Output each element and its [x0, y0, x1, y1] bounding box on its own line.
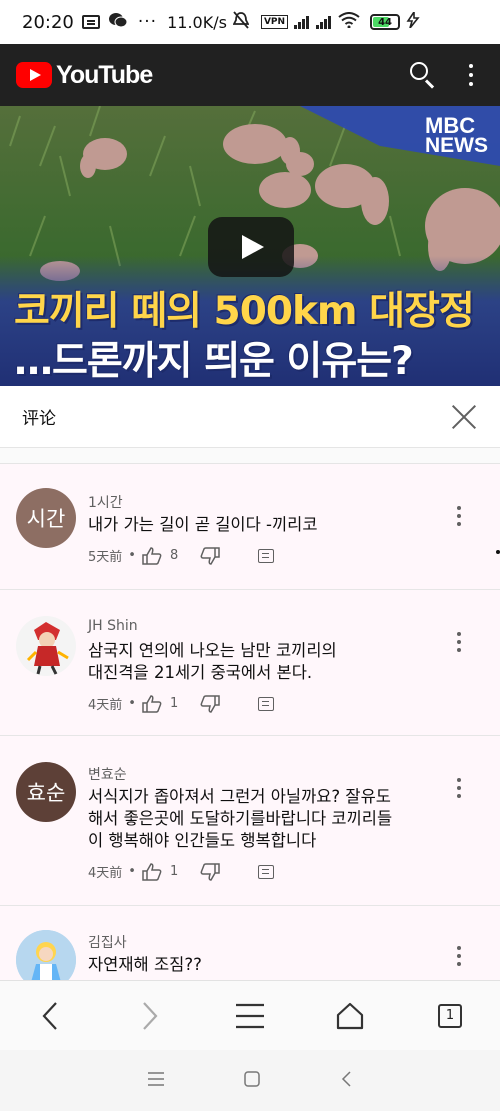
comment-menu-icon[interactable] [456, 946, 462, 966]
comment-text: 내가 가는 길이 곧 길이다 -끼리코 [88, 515, 318, 534]
video-player[interactable]: MBC NEWS 코끼리 떼의 500km 대장정 …드론까지 띄운 이유는? [0, 106, 500, 386]
message-icon [81, 15, 100, 29]
comment-age: 4天前 [88, 698, 123, 713]
comment-text: 서식지가 좁아져서 그런거 아닐까요? 잘유도 해서 좋은곳에 도달하기를바랍니… [88, 787, 393, 850]
youtube-logo[interactable]: YouTube [16, 60, 153, 90]
reply-icon[interactable] [258, 548, 275, 563]
comments-header: 评论 [0, 386, 500, 448]
comment-menu-icon[interactable] [456, 778, 462, 798]
like-count: 8 [169, 548, 179, 563]
comment-item: JH Shin 삼국지 연의에 나오는 남만 코끼리의 대진격을 21세기 중국… [0, 590, 500, 736]
comment-item: 김집사 자연재해 조짐?? [0, 906, 500, 980]
comment-author[interactable]: 1시간 [88, 492, 123, 512]
avatar-text: 효순 [26, 781, 66, 805]
comment-age: 4天前 [88, 866, 123, 881]
comment-author[interactable]: 김집사 [88, 932, 127, 952]
menu-icon[interactable] [230, 996, 270, 1036]
like-count: 1 [169, 696, 179, 711]
comment-text: 자연재해 조짐?? [88, 955, 202, 974]
comment-item: 시간 1시간 내가 가는 길이 곧 길이다 -끼리코 5天前 • 8 [0, 464, 500, 590]
video-headline-line1: 코끼리 떼의 500km 대장정 [14, 289, 475, 334]
battery-icon: 44 [370, 14, 401, 30]
comment-age: 5天前 [88, 550, 123, 565]
avatar-illustration [16, 930, 76, 980]
comment-author[interactable]: 변효순 [88, 764, 127, 784]
network-speed: 11.0K/s [167, 12, 227, 32]
comment-text: 삼국지 연의에 나오는 남만 코끼리의 대진격을 21세기 중국에서 본다. [88, 641, 337, 682]
more-vertical-icon[interactable] [468, 64, 474, 86]
play-icon[interactable] [208, 217, 294, 277]
alarm-off-icon [232, 11, 250, 33]
mbc-news-logo-line2: NEWS [425, 134, 488, 157]
like-icon[interactable] [142, 694, 162, 713]
mbc-news-logo-line1: MBC [425, 113, 476, 138]
tabs-icon[interactable]: 1 [430, 996, 470, 1036]
forward-icon[interactable] [130, 996, 170, 1036]
home-icon[interactable] [330, 996, 370, 1036]
youtube-header: YouTube [0, 44, 500, 106]
dislike-icon[interactable] [200, 694, 220, 713]
back-arrow-icon[interactable] [340, 1070, 352, 1091]
signal-icon [316, 15, 332, 29]
like-count: 1 [169, 864, 179, 879]
more-dots-icon: ··· [137, 12, 158, 32]
youtube-wordmark: YouTube [56, 60, 153, 89]
comment-author[interactable]: JH Shin [88, 618, 138, 634]
reply-icon[interactable] [258, 864, 275, 879]
avatar[interactable] [16, 616, 76, 676]
like-icon[interactable] [142, 546, 162, 565]
avatar-text: 시간 [26, 507, 66, 531]
browser-toolbar: 1 [0, 980, 500, 1050]
comment-actions: 5天前 • 8 [88, 546, 275, 565]
vpn-icon: VPN [260, 15, 289, 29]
status-bar: 20:20 ··· 11.0K/s VPN 44 [0, 0, 500, 44]
search-icon[interactable] [408, 60, 438, 90]
dislike-icon[interactable] [200, 862, 220, 881]
comment-list[interactable]: 시간 1시간 내가 가는 길이 곧 길이다 -끼리코 5天前 • 8 JH Sh… [0, 448, 500, 980]
reply-icon[interactable] [258, 696, 275, 711]
close-icon[interactable] [450, 403, 478, 431]
separator-dot: • [128, 864, 136, 879]
avatar[interactable]: 효순 [16, 762, 76, 822]
comment-menu-icon[interactable] [456, 506, 462, 526]
wechat-icon [108, 12, 128, 32]
clock: 20:20 [22, 11, 74, 33]
scroll-indicator [496, 550, 500, 554]
mbc-news-logo: MBC NEWS [425, 113, 488, 157]
home-square-icon[interactable] [244, 1070, 260, 1091]
video-headline-line2: …드론까지 띄운 이유는? [14, 339, 414, 384]
separator-dot: • [128, 696, 136, 711]
dislike-icon[interactable] [200, 546, 220, 565]
wifi-icon [338, 12, 360, 32]
system-navigation-bar [0, 1050, 500, 1111]
like-icon[interactable] [142, 862, 162, 881]
charging-icon [406, 9, 420, 32]
battery-level: 44 [378, 16, 392, 28]
youtube-logo-icon [16, 62, 52, 88]
avatar[interactable] [16, 930, 76, 980]
comment-actions: 4天前 • 1 [88, 694, 275, 713]
back-icon[interactable] [30, 996, 70, 1036]
comment-menu-icon[interactable] [456, 632, 462, 652]
avatar[interactable]: 시간 [16, 488, 76, 548]
signal-icon [294, 15, 310, 29]
avatar-illustration [26, 622, 69, 675]
comment-item: 효순 변효순 서식지가 좁아져서 그런거 아닐까요? 잘유도 해서 좋은곳에 도… [0, 736, 500, 906]
tab-count: 1 [438, 1003, 462, 1028]
separator-dot: • [128, 548, 136, 563]
recents-icon[interactable] [148, 1071, 164, 1090]
comments-title: 评论 [22, 409, 56, 429]
comment-actions: 4天前 • 1 [88, 862, 275, 881]
